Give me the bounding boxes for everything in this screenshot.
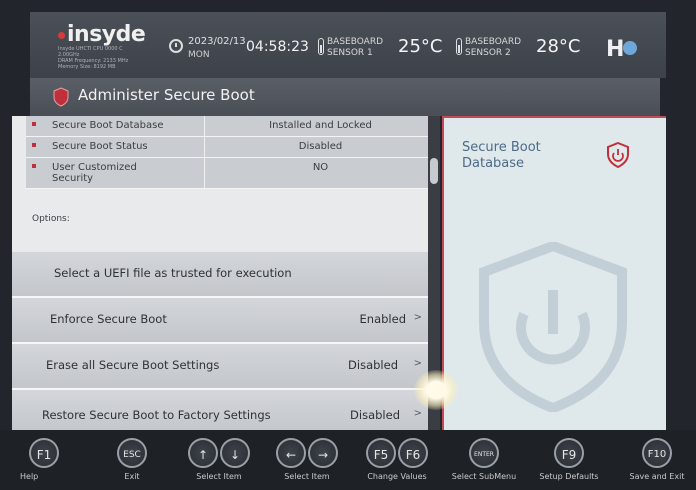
background-shield-icon [478, 240, 628, 416]
option-label: Erase all Secure Boot Settings [46, 358, 220, 372]
thermometer-icon [318, 38, 324, 55]
bullet-icon [32, 122, 36, 126]
shield-power-icon [606, 141, 630, 172]
option-restore-factory-settings[interactable]: Restore Secure Boot to Factory Settings … [12, 390, 436, 430]
sensor-2-line2: SENSOR 2 [465, 48, 511, 58]
hotkey-label: Select SubMenu [451, 472, 517, 481]
sensor-2-line1: BASEBOARD [465, 37, 522, 47]
option-select-uefi-file[interactable]: Select a UEFI file as trusted for execut… [12, 252, 436, 298]
system-info: Insyde UHCTI CPU 0000 C 2.00GHz DRAM Fre… [58, 46, 168, 70]
help-panel: Secure Boot Database [442, 116, 666, 430]
chevron-right-icon: > [413, 312, 422, 323]
logo-dot-icon [58, 31, 65, 39]
hotkey-label: Help [20, 472, 39, 481]
f10-icon[interactable]: F10 [642, 438, 672, 468]
hotkey-up-down[interactable]: ↑ ↓ Select Item [186, 438, 252, 481]
info-row-user-customized-security: User Customized Security NO [26, 158, 436, 189]
hotkey-label: Save and Exit [629, 472, 685, 481]
hotkey-f10[interactable]: F10 Save and Exit [626, 438, 688, 481]
hotkey-left-right[interactable]: ← → Select Item [274, 438, 340, 481]
option-label: Restore Secure Boot to Factory Settings [42, 408, 271, 422]
sensor-2-name: BASEBOARD SENSOR 2 [465, 37, 521, 59]
insyde-logo: insyde [58, 22, 146, 47]
chevron-right-icon: > [413, 358, 422, 369]
thermometer-icon [456, 38, 462, 55]
option-value: Disabled [350, 408, 400, 422]
hotkey-f1[interactable]: F1 Help [20, 438, 62, 481]
option-value: Disabled [348, 358, 398, 372]
time: 04:58:23 [246, 39, 309, 55]
scrollbar-thumb[interactable] [430, 158, 438, 184]
bullet-icon [32, 164, 36, 168]
bios-screen: insyde Insyde UHCTI CPU 0000 C 2.00GHz D… [0, 0, 696, 490]
date: 2023/02/13 [188, 36, 246, 47]
day-of-week: MON [188, 50, 210, 60]
hotkey-f5-f6[interactable]: F5 F6 Change Values [362, 438, 432, 481]
f1-icon[interactable]: F1 [29, 438, 59, 468]
bios-header: insyde Insyde UHCTI CPU 0000 C 2.00GHz D… [30, 12, 666, 78]
options-label: Options: [32, 214, 70, 224]
down-arrow-icon[interactable]: ↓ [220, 438, 250, 468]
option-value: Enabled [359, 312, 406, 326]
info-key: User Customized Security [52, 162, 137, 184]
esc-icon[interactable]: ESC [117, 438, 147, 468]
help-title: Secure Boot Database [462, 140, 541, 171]
hotkey-label: Select Item [196, 472, 242, 481]
info-row-secure-boot-status: Secure Boot Status Disabled [26, 137, 436, 158]
hotkey-enter[interactable]: ENTER Select SubMenu [446, 438, 522, 481]
logo-text: insyde [67, 22, 146, 47]
hotkey-f9[interactable]: F9 Setup Defaults [536, 438, 602, 481]
sensor-2-temp: 28°C [536, 36, 581, 57]
option-label: Select a UEFI file as trusted for execut… [54, 266, 292, 280]
page-title-bar: Administer Secure Boot [30, 78, 660, 116]
option-label: Enforce Secure Boot [50, 312, 167, 326]
clock-icon [169, 39, 183, 53]
enter-icon[interactable]: ENTER [469, 438, 499, 468]
bullet-icon [32, 143, 36, 147]
option-erase-secure-boot-settings[interactable]: Erase all Secure Boot Settings Disabled … [12, 344, 436, 390]
option-enforce-secure-boot[interactable]: Enforce Secure Boot Enabled > [12, 298, 436, 344]
hotkey-bar: F1 Help ESC Exit ↑ ↓ Select Item ← → Selec… [0, 430, 696, 490]
screen-glare [414, 370, 458, 410]
chevron-right-icon: > [413, 408, 422, 419]
info-row-secure-boot-database: Secure Boot Database Installed and Locke… [26, 116, 436, 137]
hotkey-label: Exit [124, 472, 140, 481]
page-title: Administer Secure Boot [78, 86, 255, 104]
hotkey-label: Select Item [284, 472, 330, 481]
f6-icon[interactable]: F6 [398, 438, 428, 468]
hotkey-label: Setup Defaults [539, 472, 599, 481]
left-arrow-icon[interactable]: ← [276, 438, 306, 468]
info-value: NO [204, 158, 436, 188]
settings-panel: Secure Boot Database Installed and Locke… [12, 116, 436, 430]
svg-text:H: H [606, 37, 624, 60]
right-arrow-icon[interactable]: → [308, 438, 338, 468]
sensor-1-line2: SENSOR 1 [327, 48, 373, 58]
f9-icon[interactable]: F9 [554, 438, 584, 468]
shield-icon [52, 87, 70, 111]
sensor-1-line1: BASEBOARD [327, 37, 384, 47]
info-value: Installed and Locked [204, 116, 436, 136]
info-value: Disabled [204, 137, 436, 157]
hotkey-esc[interactable]: ESC Exit [114, 438, 150, 481]
sensor-1-name: BASEBOARD SENSOR 1 [327, 37, 383, 59]
f5-icon[interactable]: F5 [366, 438, 396, 468]
info-key: Secure Boot Database [52, 120, 164, 131]
up-arrow-icon[interactable]: ↑ [188, 438, 218, 468]
hotkey-label: Change Values [367, 472, 427, 481]
home-icon[interactable]: H [606, 34, 637, 62]
system-info-line: Memory Size: 8192 MB [58, 64, 116, 70]
sensor-1-temp: 25°C [398, 36, 443, 57]
info-key: Secure Boot Status [52, 141, 148, 152]
